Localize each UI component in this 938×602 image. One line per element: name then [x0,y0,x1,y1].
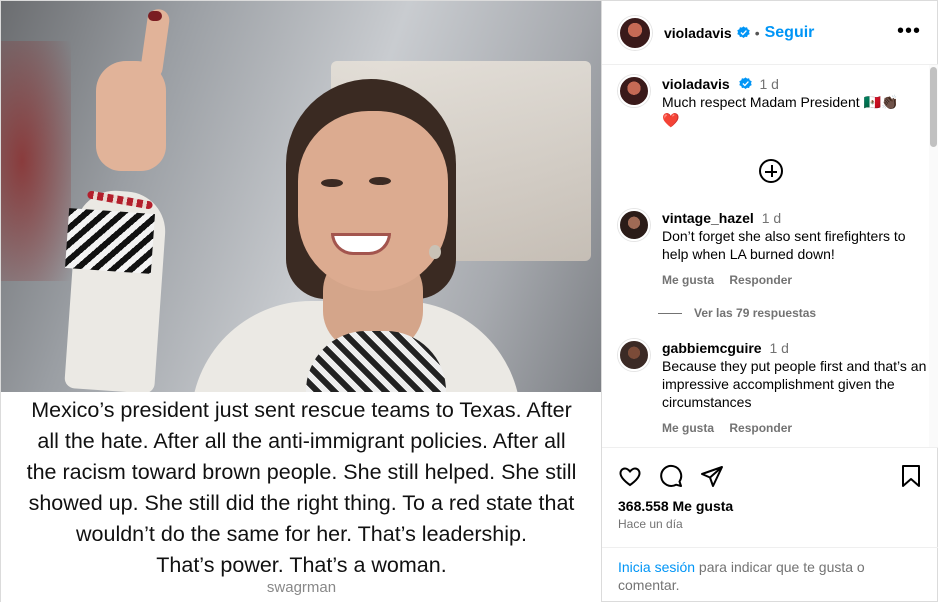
view-replies-button[interactable]: Ver las 79 respuestas [658,306,816,320]
post-side-panel: violadavis • Seguir ••• violadavis 1 d M… [602,1,938,602]
comment-username[interactable]: vintage_hazel [662,210,754,226]
likes-count[interactable]: 368.558 Me gusta [618,498,733,514]
comment-time[interactable]: 1 d [769,340,788,356]
comment-item: vintage_hazel 1 d Don’t forget she also … [618,209,927,289]
caption-line: Mexico’s president just sent rescue team… [31,398,572,422]
comment-like-button[interactable]: Me gusta [662,421,714,435]
comments-list: violadavis 1 d Much respect Madam Presid… [602,65,938,445]
comment-icon[interactable] [659,464,683,488]
caption-comment: violadavis 1 d Much respect Madam Presid… [618,75,927,129]
caption-line: the racism toward brown people. She stil… [26,460,577,484]
more-options-icon[interactable]: ••• [897,21,921,41]
avatar[interactable] [618,75,650,107]
heart-icon[interactable] [618,464,642,488]
comment-like-button[interactable]: Me gusta [662,273,714,287]
post-header: violadavis • Seguir ••• [602,1,938,65]
login-prompt: Inicia sesión para indicar que te gusta … [602,547,938,602]
caption-line: showed up. She still did the right thing… [28,491,575,515]
post-media[interactable]: Mexico’s president just sent rescue team… [1,1,602,602]
share-icon[interactable] [700,464,724,488]
comment-text: Because they put people first and that’s… [662,358,927,410]
post-caption-text: Mexico’s president just sent rescue team… [1,395,601,581]
load-more-comments-icon[interactable] [759,159,783,183]
watermark: swagrman [266,579,337,596]
post-photo [1,1,601,392]
avatar[interactable] [618,15,652,50]
caption-line: all the hate. After all the anti-immigra… [37,429,566,453]
verified-badge-icon [738,77,752,90]
post-actions: 368.558 Me gusta Hace un día Inicia sesi… [602,447,938,602]
caption-line: wouldn’t do the same for her. That’s lea… [76,522,527,546]
follow-button[interactable]: Seguir [765,24,815,42]
comment-time[interactable]: 1 d [759,76,778,92]
post-dialog: Mexico’s president just sent rescue team… [0,0,938,602]
bookmark-icon[interactable] [899,464,923,488]
caption-line: That’s power. That’s a woman. [156,553,447,577]
comment-username[interactable]: violadavis [662,76,730,92]
comment-item: gabbiemcguire 1 d Because they put peopl… [618,339,927,437]
comment-reply-button[interactable]: Responder [729,421,792,435]
replies-divider [658,312,682,314]
login-link[interactable]: Inicia sesión [618,559,695,575]
post-timestamp[interactable]: Hace un día [618,517,683,531]
comment-text: Don’t forget she also sent firefighters … [662,228,906,262]
comment-text: ❤️ [662,112,680,128]
view-replies-label[interactable]: Ver las 79 respuestas [694,306,816,320]
avatar[interactable] [618,209,650,241]
comment-username[interactable]: gabbiemcguire [662,340,762,356]
comment-text: Much respect Madam President 🇲🇽👏🏿 [662,94,899,110]
header-username[interactable]: violadavis [664,25,732,41]
separator-dot: • [754,24,760,41]
action-icons [618,464,923,488]
verified-badge-icon [737,26,750,39]
comment-reply-button[interactable]: Responder [729,273,792,287]
comment-time[interactable]: 1 d [762,210,781,226]
avatar[interactable] [618,339,650,371]
